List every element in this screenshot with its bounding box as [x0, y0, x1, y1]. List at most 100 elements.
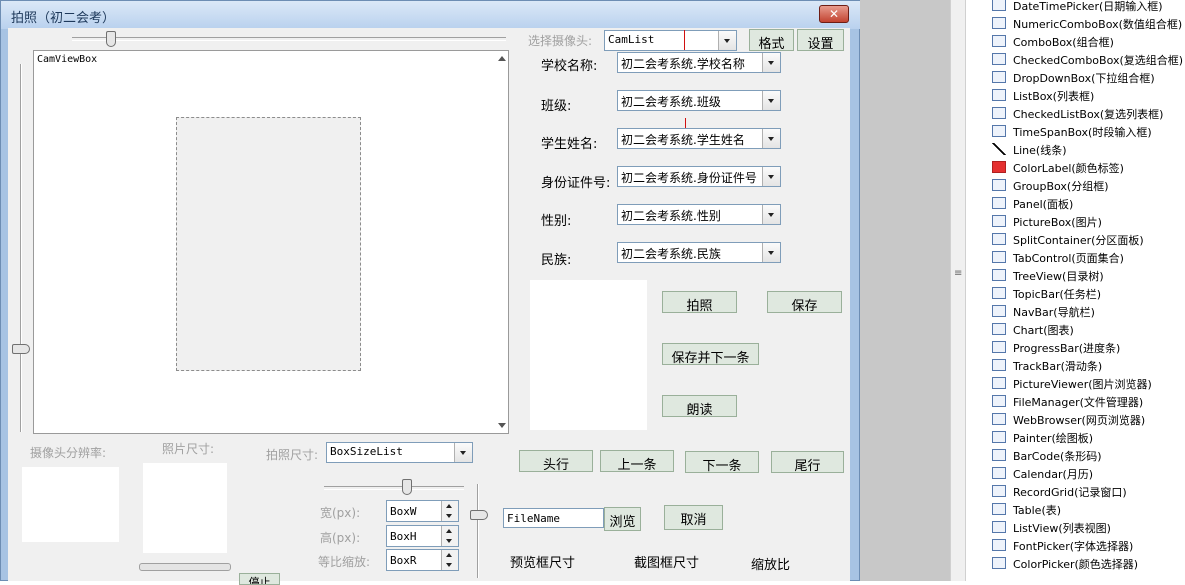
camera-list[interactable]: CamList	[604, 30, 737, 51]
designer-background	[860, 0, 950, 581]
crop-size-label: 截图框尺寸	[634, 556, 700, 571]
vertical-ratio-thumb[interactable]	[470, 510, 488, 520]
toolbox-item-label: ListBox(列表框)	[1013, 90, 1095, 103]
browse-button[interactable]: 浏览	[604, 507, 641, 531]
field-name[interactable]: 初二会考系统.学生姓名	[617, 128, 781, 149]
font-icon	[992, 539, 1006, 551]
ratio-slider-thumb[interactable]	[402, 479, 412, 495]
splitter-grip-icon: ≡	[954, 268, 963, 279]
toolbox-item-label: NavBar(导航栏)	[1013, 306, 1095, 319]
last-record-button[interactable]: 尾行	[771, 451, 844, 474]
spin-up-icon[interactable]	[441, 550, 458, 560]
filename-input[interactable]: FileName	[503, 508, 604, 528]
toolbox-item-label: Painter(绘图板)	[1013, 432, 1094, 445]
spin-down-icon[interactable]	[441, 511, 458, 521]
spin-up-icon[interactable]	[441, 501, 458, 511]
toolbox-item-label: PictureViewer(图片浏览器)	[1013, 378, 1152, 391]
vertical-ratio-slider[interactable]	[477, 484, 479, 578]
color-picker-icon	[992, 557, 1006, 569]
read-aloud-button[interactable]: 朗读	[662, 395, 737, 418]
red-marker	[684, 30, 685, 50]
zoom-slider-thumb[interactable]	[106, 31, 116, 47]
toolbox-item-label: CheckedListBox(复选列表框)	[1013, 108, 1164, 121]
cam-resolution-box	[22, 467, 119, 542]
toolbox-item-label: ListView(列表视图)	[1013, 522, 1111, 535]
crop-frame[interactable]	[176, 117, 361, 371]
splitter[interactable]: ≡	[950, 0, 966, 581]
first-record-button[interactable]: 头行	[519, 450, 593, 473]
toolbox-item-label: Calendar(月历)	[1013, 468, 1094, 481]
chevron-down-icon[interactable]	[762, 129, 780, 148]
scroll-up-icon[interactable]	[498, 56, 506, 61]
close-button[interactable]: ✕	[819, 5, 849, 23]
listbox-icon	[992, 89, 1006, 101]
box-size-list[interactable]: BoxSizeList	[326, 442, 473, 463]
cam-view-box[interactable]: CamViewBox	[33, 50, 509, 434]
toolbox-item-label: Line(线条)	[1013, 144, 1067, 157]
box-ratio-input[interactable]: BoxR	[386, 549, 459, 571]
vertical-slider[interactable]	[20, 64, 22, 432]
title-bar: 拍照（初二会考） ✕	[1, 1, 861, 29]
topicbar-icon	[992, 287, 1006, 299]
save-button[interactable]: 保存	[767, 291, 842, 314]
painter-icon	[992, 431, 1006, 443]
photo-size-scrollbar[interactable]	[139, 563, 231, 571]
field-id[interactable]: 初二会考系统.身份证件号	[617, 166, 781, 187]
field-ethnicity[interactable]: 初二会考系统.民族	[617, 242, 781, 263]
box-width-input[interactable]: BoxW	[386, 500, 459, 522]
toolbox-item-label: SplitContainer(分区面板)	[1013, 234, 1144, 247]
checked-list-icon	[992, 107, 1006, 119]
picture-viewer-icon	[992, 377, 1006, 389]
vertical-slider-thumb[interactable]	[12, 344, 30, 354]
toolbox-item-label: GroupBox(分组框)	[1013, 180, 1109, 193]
chevron-down-icon[interactable]	[454, 443, 472, 462]
toolbox-item-label: CheckedComboBox(复选组合框)	[1013, 54, 1184, 67]
grid-icon	[992, 485, 1006, 497]
photo-size-box	[143, 463, 227, 553]
chevron-down-icon[interactable]	[762, 205, 780, 224]
scroll-down-icon[interactable]	[498, 423, 506, 428]
toolbox-item-label: RecordGrid(记录窗口)	[1013, 486, 1127, 499]
next-record-button[interactable]: 下一条	[685, 451, 759, 474]
spin-down-icon[interactable]	[441, 536, 458, 546]
chevron-down-icon[interactable]	[762, 243, 780, 262]
field-label-ethnicity: 民族:	[541, 253, 572, 268]
prev-record-button[interactable]: 上一条	[600, 450, 674, 473]
picture-icon	[992, 215, 1006, 227]
chevron-down-icon[interactable]	[762, 91, 780, 110]
save-and-next-button[interactable]: 保存并下一条	[662, 343, 759, 366]
progress-icon	[992, 341, 1006, 353]
chevron-down-icon[interactable]	[762, 53, 780, 72]
shot-size-label: 拍照尺寸:	[266, 448, 319, 462]
checked-combo-icon	[992, 53, 1006, 65]
navbar-icon	[992, 305, 1006, 317]
table-icon	[992, 503, 1006, 515]
split-icon	[992, 233, 1006, 245]
chevron-down-icon[interactable]	[762, 167, 780, 186]
field-school[interactable]: 初二会考系统.学校名称	[617, 52, 781, 73]
bottom-partial-button[interactable]: 停止	[239, 573, 280, 585]
cancel-button[interactable]: 取消	[664, 505, 723, 530]
spin-down-icon[interactable]	[441, 560, 458, 570]
spin-up-icon[interactable]	[441, 526, 458, 536]
capture-button[interactable]: 拍照	[662, 291, 737, 314]
color-label-icon	[992, 161, 1006, 173]
dialog-client-area: CamViewBox 选择摄像头: CamList 格式 设置 学校名称: 初二…	[8, 28, 850, 585]
settings-button[interactable]: 设置	[797, 29, 844, 52]
toolbox-item-label: FileManager(文件管理器)	[1013, 396, 1144, 409]
box-height-input[interactable]: BoxH	[386, 525, 459, 547]
cam-view-scrollbar[interactable]	[496, 51, 508, 433]
format-button[interactable]: 格式	[749, 29, 794, 52]
tree-icon	[992, 269, 1006, 281]
red-marker	[685, 118, 686, 128]
toolbox-item-label: Panel(面板)	[1013, 198, 1074, 211]
ratio-slider[interactable]	[324, 486, 464, 490]
clock-icon	[992, 125, 1006, 137]
field-gender[interactable]: 初二会考系统.性别	[617, 204, 781, 225]
chevron-down-icon[interactable]	[718, 31, 736, 50]
zoom-slider[interactable]	[72, 37, 506, 41]
toolbox-panel: DateTimePicker(日期输入框) NumericComboBox(数值组…	[966, 0, 1185, 581]
tab-icon	[992, 251, 1006, 263]
field-class[interactable]: 初二会考系统.班级	[617, 90, 781, 111]
field-label-school: 学校名称:	[541, 59, 598, 74]
